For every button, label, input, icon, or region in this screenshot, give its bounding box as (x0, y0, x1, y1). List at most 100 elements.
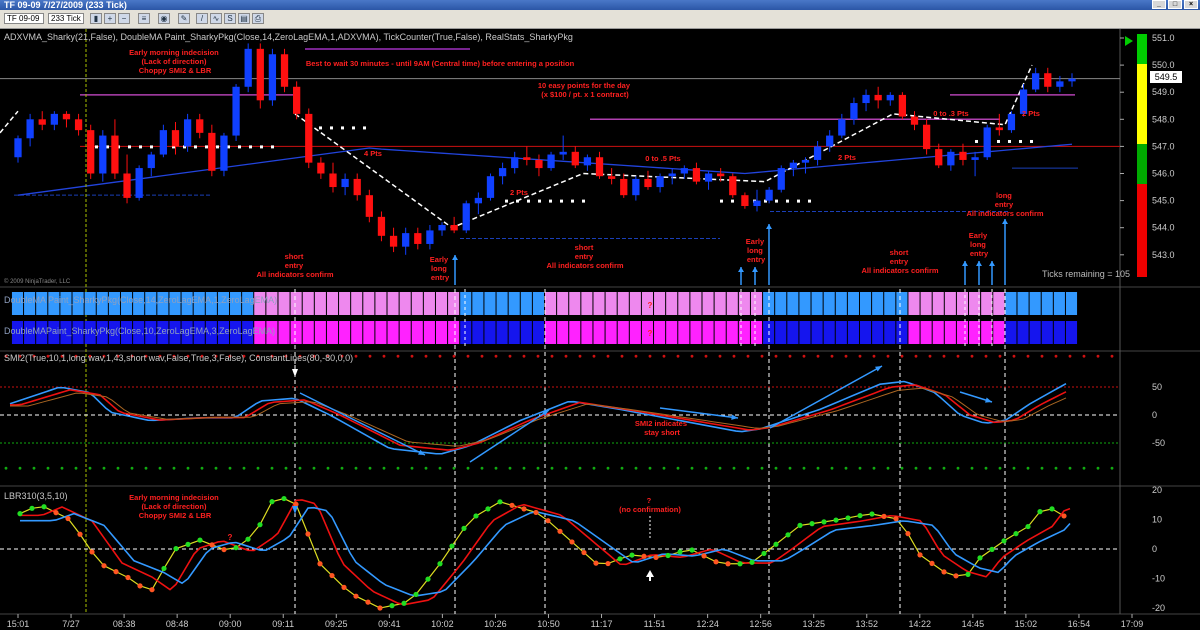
paint-bar-row2 (811, 321, 823, 344)
smi-ob-dot (1082, 354, 1086, 358)
target-dot (205, 145, 208, 149)
bar-type-icon[interactable]: ▮ (90, 13, 102, 24)
paint-bar-row1 (969, 292, 981, 315)
lbr-point (41, 504, 47, 510)
paint-bar-row2 (884, 321, 896, 344)
close-button[interactable]: × (1184, 0, 1198, 9)
smi-os-dot (606, 466, 610, 470)
properties-icon[interactable]: ≡ (138, 13, 150, 24)
lbr-point (677, 549, 683, 555)
candle (765, 189, 773, 201)
smi-ob-dot (844, 354, 848, 358)
smi-os-dot (88, 466, 92, 470)
period-selector[interactable]: 233 Tick (48, 13, 84, 24)
smi-os-dot (256, 466, 260, 470)
smi-os-dot (46, 466, 50, 470)
smi-ob-dot (1096, 354, 1100, 358)
print-icon[interactable]: ⎙ (252, 13, 264, 24)
candle (256, 48, 264, 101)
lbr-point (761, 550, 767, 557)
maximize-button[interactable]: □ (1168, 0, 1182, 9)
indicators-icon[interactable]: ∿ (210, 13, 222, 24)
candle (62, 113, 71, 120)
instrument-selector[interactable]: TF 09-09 (4, 13, 44, 24)
target-dot (271, 145, 274, 149)
lbr-point (197, 537, 203, 543)
candle (486, 176, 495, 198)
lbr-point (1013, 531, 1019, 537)
zoom-in-icon[interactable]: + (104, 13, 116, 24)
smi-os-dot (144, 466, 148, 470)
smi-ob-dot (858, 354, 862, 358)
smi-os-dot (998, 466, 1002, 470)
lbr-point (17, 511, 23, 517)
paint-bar-row2 (654, 321, 666, 344)
target-dot (139, 145, 142, 149)
smi-os-dot (186, 466, 190, 470)
paint-bar-row1 (617, 292, 629, 315)
smi-os-dot (270, 466, 274, 470)
lbr-point (173, 546, 179, 552)
lbr-point (869, 511, 875, 517)
lbr-tick-label: 20 (1152, 485, 1162, 495)
drawing-tools-icon[interactable]: ✎ (178, 13, 190, 24)
paint-bar-row2 (605, 321, 617, 344)
paint-bar-row2 (314, 321, 326, 344)
minimize-button[interactable]: _ (1152, 0, 1166, 9)
paint-bar-row2 (908, 321, 920, 344)
candle (14, 138, 22, 158)
time-axis: 15:01 7/27 08:38 08:48 09:00 09:11 09:25 09:41 1… (7, 614, 1143, 629)
candle (620, 178, 628, 196)
paint-bar-row1 (859, 292, 872, 315)
candle (462, 203, 470, 231)
lbr-point (917, 552, 923, 558)
smi-os-dot (1012, 466, 1016, 470)
lbr-point (1025, 523, 1031, 530)
paint-bar-row2 (787, 321, 799, 344)
smi-os-dot (158, 466, 162, 470)
strategy-icon[interactable]: S (224, 13, 236, 24)
candle (74, 119, 83, 131)
globe-icon[interactable]: ◉ (158, 13, 170, 24)
time-tick-label: 12:24 (696, 619, 719, 629)
time-tick-label: 09:11 (272, 619, 294, 629)
price-tick-label: 545.0 (1152, 196, 1175, 206)
zoom-out-icon[interactable]: − (118, 13, 130, 24)
smi-ob-dot (760, 354, 764, 358)
smi-os-dot (1096, 466, 1100, 470)
lbr-point (941, 569, 947, 575)
paint-bar-row2 (872, 321, 884, 344)
paint-bar-row1 (605, 292, 617, 315)
smi-os-dot (718, 466, 722, 470)
smi-ob-dot (578, 354, 582, 358)
pencil-icon[interactable]: / (196, 13, 208, 24)
paint-bar-row1 (302, 292, 314, 315)
smi-os-dot (494, 466, 498, 470)
lbr-point (629, 552, 635, 558)
smi-ob-dot (354, 354, 358, 358)
chart-canvas[interactable]: ADXVMA_Sharky(21,False), DoubleMA Paint_… (0, 29, 1200, 630)
data-box-icon[interactable]: ▤ (238, 13, 250, 24)
lbr-point (281, 495, 287, 502)
time-tick-label: 13:25 (802, 619, 825, 629)
lbr-point (365, 599, 371, 605)
lbr-point (785, 532, 791, 538)
candle (1007, 113, 1016, 131)
target-dot (808, 199, 811, 203)
price-tick-label: 547.0 (1152, 141, 1175, 151)
smi-ob-dot (872, 354, 876, 358)
candle (801, 159, 810, 163)
paint-bar-row2 (714, 321, 726, 344)
price-tick-label: 546.0 (1152, 169, 1175, 179)
smi-ob-dot (648, 354, 652, 358)
candle (571, 151, 579, 166)
paint-bar-row1 (545, 292, 557, 315)
lbr-point (269, 499, 275, 505)
paint-bar-row2 (423, 321, 435, 344)
lbr-point (845, 515, 851, 521)
price-direction-icon (1125, 36, 1133, 46)
candle (632, 178, 640, 196)
lbr-point (1061, 513, 1067, 519)
candle (898, 94, 907, 117)
smi-os-dot (60, 466, 64, 470)
